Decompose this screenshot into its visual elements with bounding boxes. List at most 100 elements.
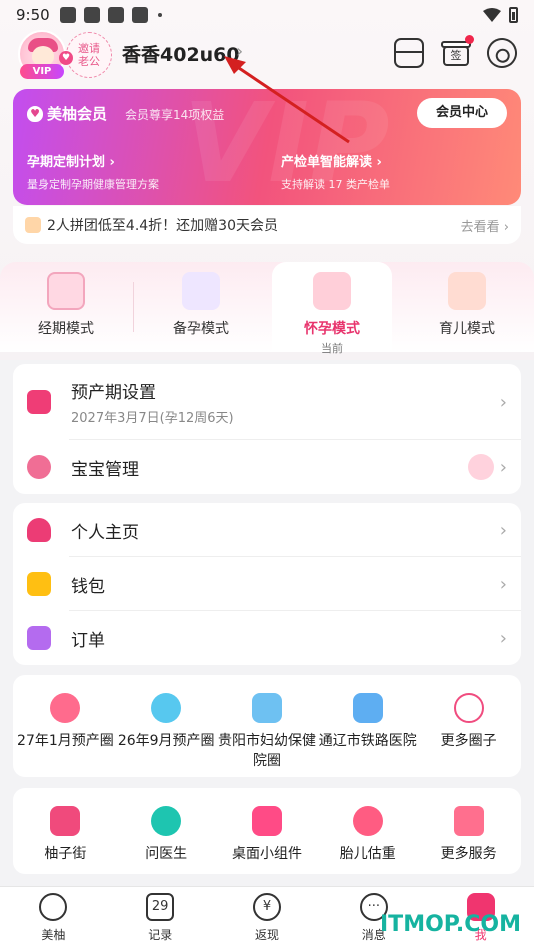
circle-item[interactable]: 通辽市铁路医院 (317, 693, 418, 771)
notification-icon (60, 7, 76, 23)
promo-action[interactable]: 去看看 › (461, 216, 509, 235)
settings-icon[interactable] (481, 32, 523, 74)
invite-husband-button[interactable]: ♥ 邀请 老公 (59, 32, 112, 78)
service-item[interactable]: 问医生 (116, 806, 217, 864)
gift-box: 签 (443, 46, 469, 66)
vip-title: ♥ 美柚会员 (27, 103, 107, 124)
baby-management-label: 宝宝管理 (71, 459, 139, 480)
nav-label: 美柚 (41, 928, 66, 942)
annotation-arrow (224, 56, 350, 144)
orders-label: 订单 (71, 630, 105, 651)
promo-banner[interactable]: 2人拼团低至4.4折！还加赠30天会员 去看看 › (13, 206, 521, 244)
wallet-icon (27, 572, 51, 596)
invite-text-2: 老公 (78, 55, 100, 68)
baby-avatar (467, 454, 494, 480)
chevron-right-icon: › (499, 519, 507, 541)
current-mode-tag: 当前 (321, 342, 343, 355)
account-card: 个人主页 › 钱包 › 订单 › (13, 503, 521, 665)
service-item[interactable]: 柚子街 (15, 806, 116, 864)
mode-label: 怀孕模式 (304, 321, 360, 337)
vip-title-text: 美柚会员 (47, 105, 108, 123)
promo-action-text: 去看看 (460, 219, 500, 235)
more-circles-item[interactable]: 更多圈子 (418, 693, 519, 771)
chevron-right-icon: › (499, 456, 507, 478)
baby-face-icon (27, 455, 51, 479)
status-time: 9:50 (16, 6, 50, 24)
orders-row[interactable]: 订单 › (13, 611, 521, 665)
due-date-icon (27, 390, 51, 414)
nav-meiyou[interactable]: 美柚 (0, 887, 107, 950)
wallet-label: 钱包 (71, 576, 105, 597)
due-date-row[interactable]: 预产期设置 2027年3月7日(孕12周6天) › (13, 364, 521, 440)
username[interactable]: 香香402u60 (122, 40, 240, 67)
tab-pregnancy-mode[interactable]: 怀孕模式 当前 (272, 262, 392, 355)
vip-feature-report-reading[interactable]: 产检单智能解读 › 支持解读 17 类产检单 (281, 151, 390, 192)
red-dot-badge (465, 35, 474, 44)
calendar-icon (47, 272, 85, 310)
more-notifications-icon (158, 13, 162, 17)
shopping-bag-icon (50, 806, 81, 836)
notification-icon (132, 7, 148, 23)
circle-label: 贵阳市妇幼保健院圈 (217, 733, 316, 769)
notification-icon (84, 7, 100, 23)
feature-title: 产检单智能解读 (281, 155, 373, 170)
yen-icon: ¥ (252, 893, 281, 921)
vip-badge: VIP (20, 64, 64, 79)
number-one-icon (50, 693, 81, 723)
circle-item[interactable]: 贵阳市妇幼保健院圈 (217, 693, 318, 771)
scan-icon[interactable] (394, 38, 424, 68)
circle-label: 27年1月预产圈 (17, 733, 114, 749)
gift-icon[interactable]: 签 (441, 35, 474, 68)
widget-icon (251, 806, 282, 836)
calendar-icon: 29 (146, 893, 175, 921)
circle-label: 26年9月预产圈 (117, 733, 215, 749)
tab-period-mode[interactable]: 经期模式 (6, 262, 134, 352)
mother-baby-icon (448, 272, 486, 310)
hospital-icon (352, 693, 383, 723)
status-bar: 9:50 (0, 0, 534, 30)
nav-label: 记录 (148, 928, 173, 942)
service-label: 问医生 (145, 846, 188, 862)
baby-management-row[interactable]: 宝宝管理 › (13, 440, 521, 494)
invite-text-1: 邀请 (78, 42, 100, 55)
mode-tabs: 经期模式 备孕模式 怀孕模式 当前 育儿模式 (0, 262, 534, 355)
service-label: 胎儿估重 (339, 846, 396, 862)
pregnancy-card: 预产期设置 2027年3月7日(孕12周6天) › 宝宝管理 › (13, 364, 521, 494)
mode-label: 经期模式 (38, 321, 94, 337)
chevron-right-icon: › (499, 573, 507, 595)
vip-feature-pregnancy-plan[interactable]: 孕期定制计划 › 量身定制孕期健康管理方案 (27, 151, 159, 192)
tab-parenting-mode[interactable]: 育儿模式 (407, 262, 527, 352)
chevron-right-icon: › (109, 155, 115, 170)
circles-card: 27年1月预产圈 26年9月预产圈 贵阳市妇幼保健院圈 通辽市铁路医院 更多圈子 (13, 675, 521, 777)
mode-label: 育儿模式 (439, 321, 495, 337)
due-date-title: 预产期设置 (71, 383, 156, 403)
circle-label: 更多圈子 (440, 733, 497, 749)
wallet-row[interactable]: 钱包 › (13, 557, 521, 611)
nav-label: 返现 (254, 928, 279, 942)
feature-title: 孕期定制计划 (27, 155, 106, 170)
more-services-item[interactable]: 更多服务 (418, 806, 519, 864)
circle-item[interactable]: 26年9月预产圈 (116, 693, 217, 771)
due-date-value: 2027年3月7日(孕12周6天) (71, 411, 234, 426)
vip-heart-icon: ♥ (27, 105, 43, 122)
profile-row[interactable]: 个人主页 › (13, 503, 521, 557)
circle-item[interactable]: 27年1月预产圈 (15, 693, 116, 771)
battery-icon (509, 7, 518, 23)
nav-cashback[interactable]: ¥ 返现 (214, 887, 321, 950)
service-item[interactable]: 桌面小组件 (217, 806, 318, 864)
nav-record[interactable]: 29 记录 (107, 887, 214, 950)
service-item[interactable]: 胎儿估重 (317, 806, 418, 864)
service-label: 桌面小组件 (231, 846, 302, 862)
grid-apps-icon (453, 806, 484, 836)
number-nine-icon (151, 693, 182, 723)
person-icon (27, 518, 51, 542)
more-circles-icon (453, 693, 484, 723)
vip-center-button[interactable]: 会员中心 (417, 98, 507, 128)
hospital-icon (251, 693, 282, 723)
tab-trying-mode[interactable]: 备孕模式 (141, 262, 261, 352)
mode-label: 备孕模式 (173, 321, 229, 337)
chevron-right-icon: › (499, 391, 507, 413)
service-label: 更多服务 (440, 846, 497, 862)
divider (133, 282, 134, 332)
service-label: 柚子街 (44, 846, 87, 862)
